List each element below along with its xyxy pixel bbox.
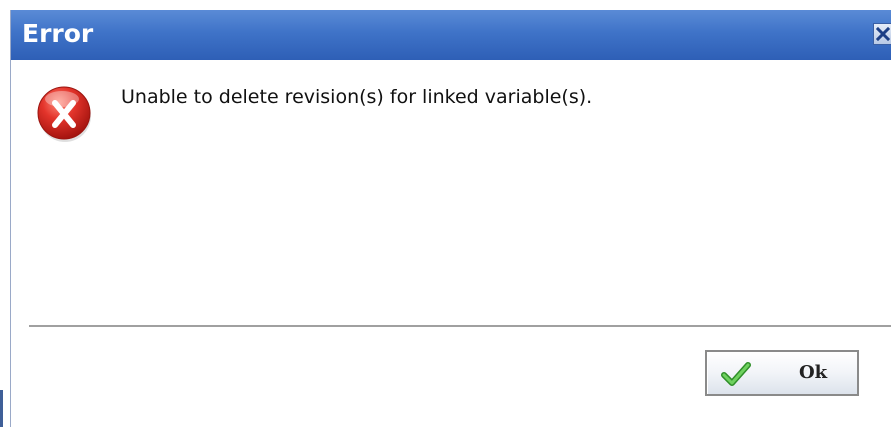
button-separator [29,325,891,327]
error-message: Unable to delete revision(s) for linked … [121,86,593,108]
checkmark-icon [721,362,751,386]
ok-button-label: Ok [799,362,828,383]
error-icon [37,86,91,142]
error-dialog: Error Unable to delete revision(s) for l… [10,10,891,427]
dialog-titlebar[interactable]: Error [11,10,891,60]
background-window-edge [0,390,3,427]
ok-button[interactable]: Ok [705,350,859,396]
dialog-title: Error [22,19,94,48]
close-button[interactable] [873,23,891,45]
close-icon [876,27,890,41]
